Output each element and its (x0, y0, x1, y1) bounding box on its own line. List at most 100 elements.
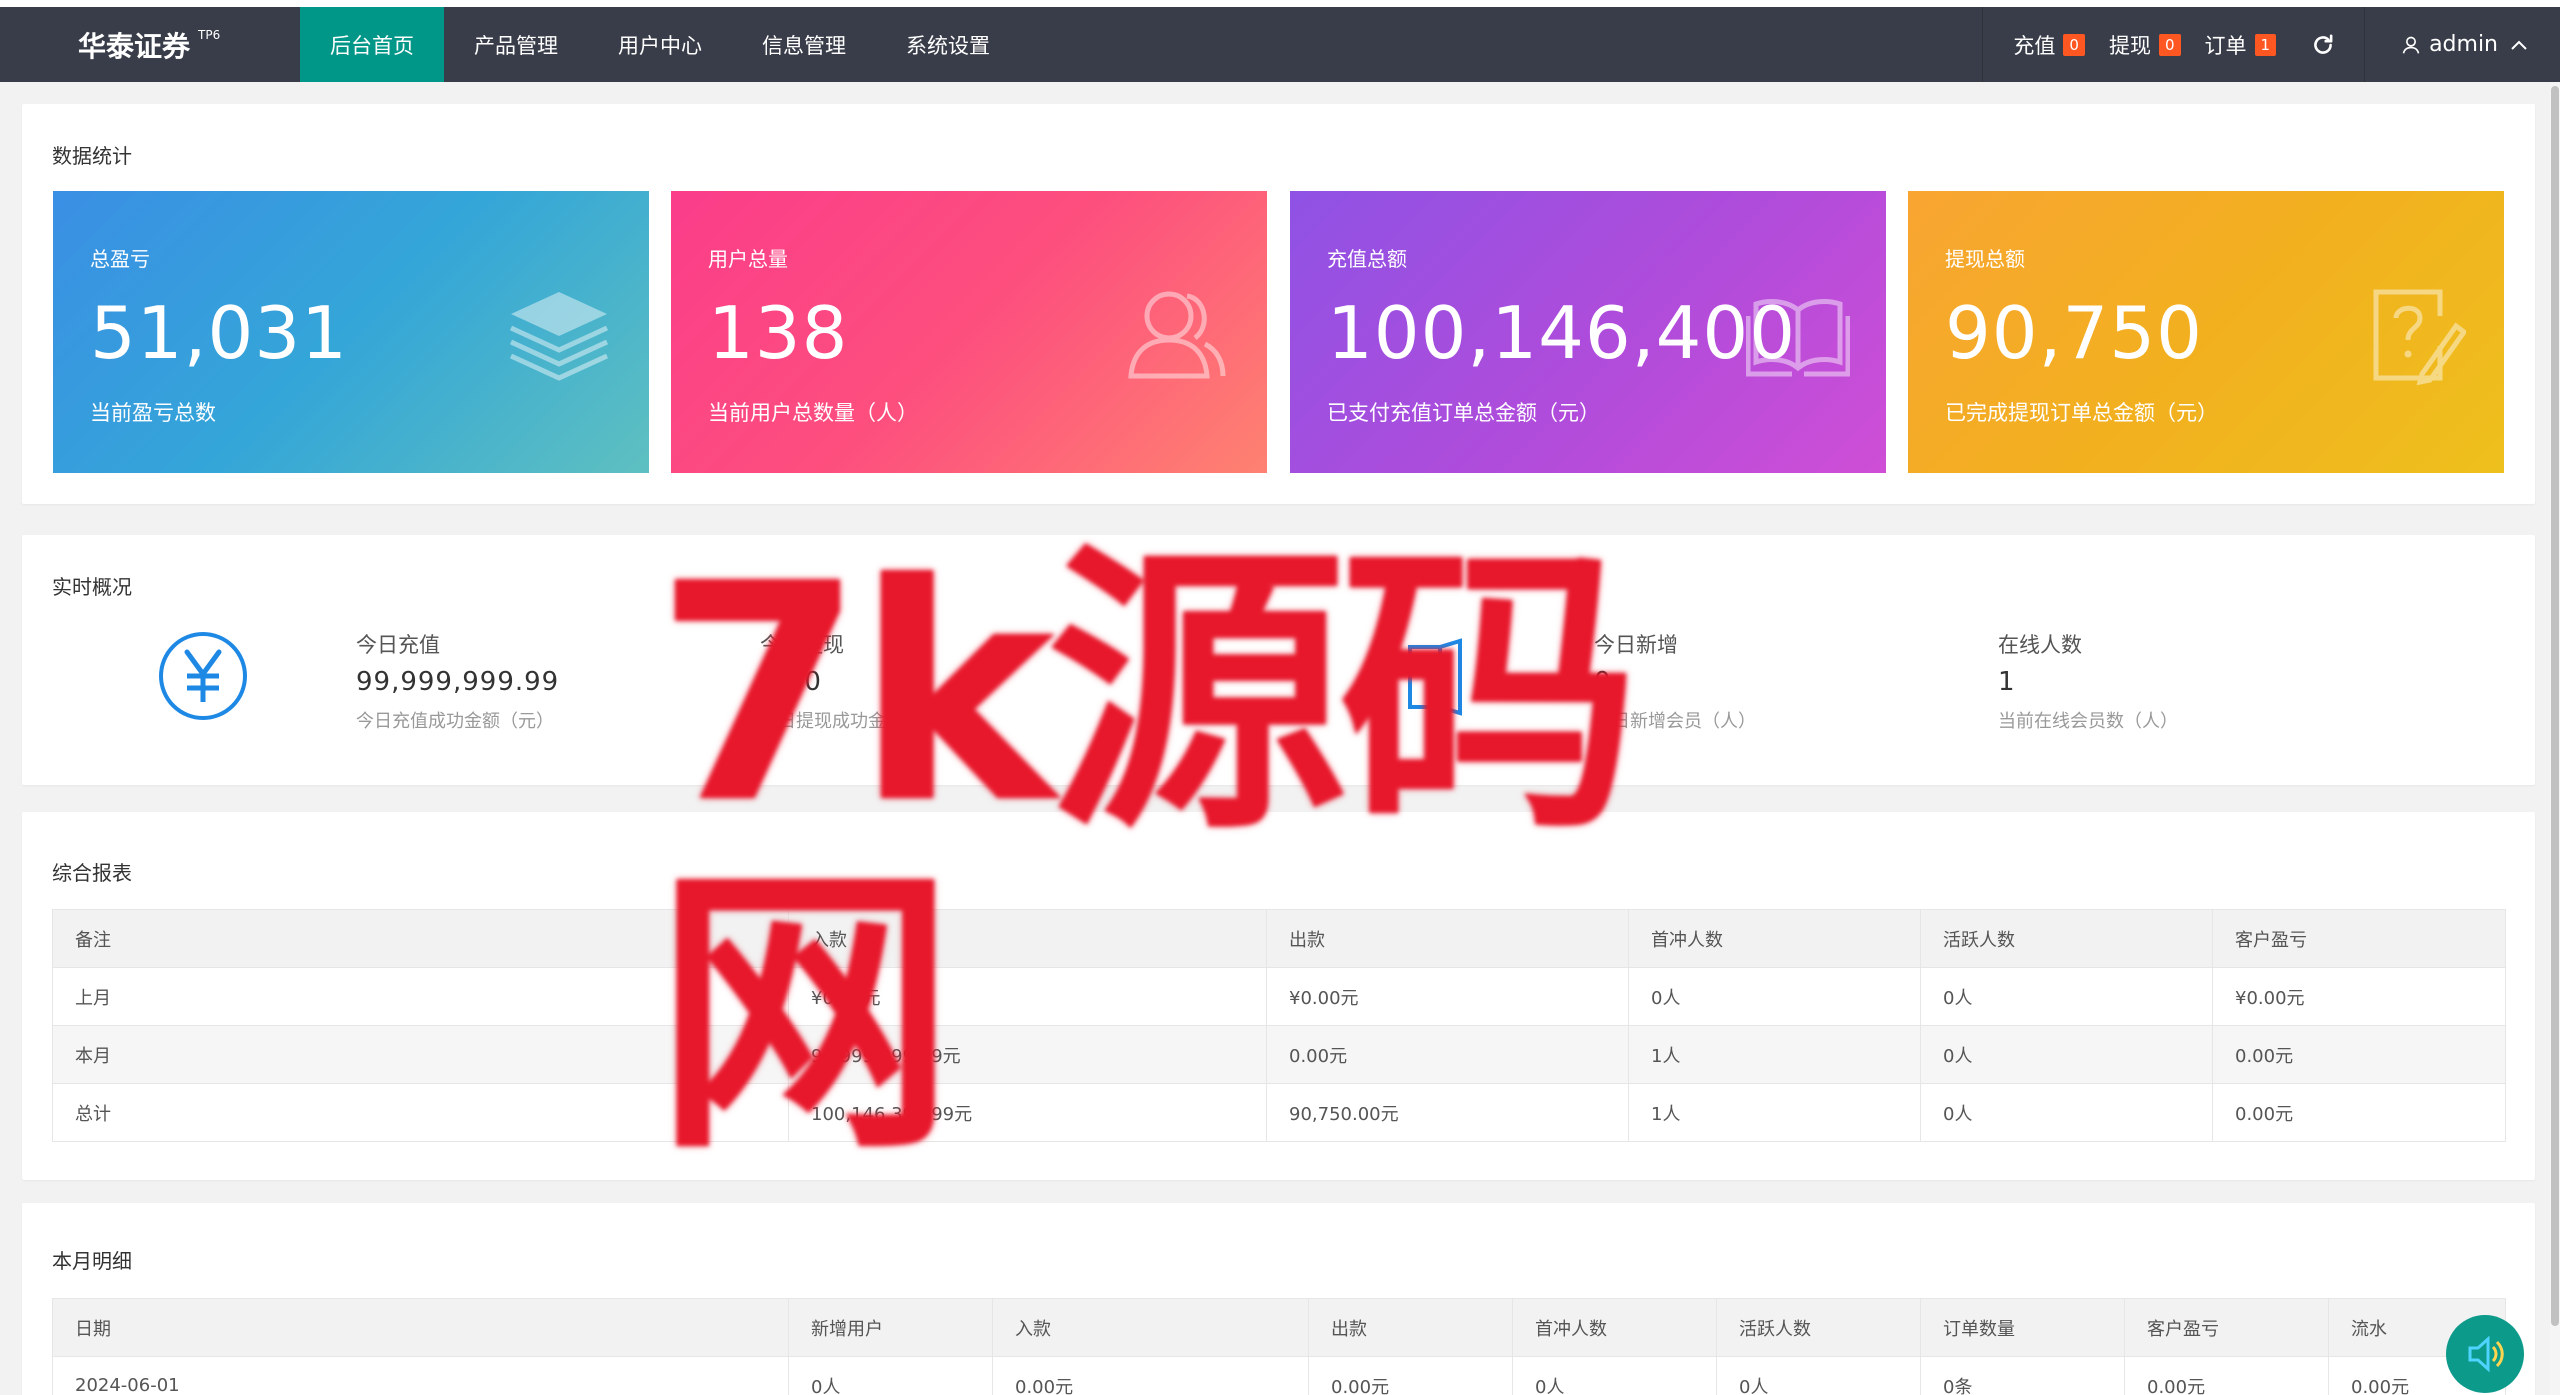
cell: 0.00元 (2212, 1025, 2506, 1084)
col-new-users: 新增用户 (788, 1298, 993, 1357)
main-nav: 后台首页 产品管理 用户中心 信息管理 系统设置 (300, 7, 1020, 82)
tile-total-recharge: 充值总额 100,146,400 已支付充值订单总金额（元） (1290, 191, 1886, 473)
floating-speaker-button[interactable] (2446, 1315, 2524, 1393)
order-label: 订单 (2204, 33, 2247, 58)
monthly-title: 本月明细 (52, 1249, 132, 1273)
users-icon (1128, 291, 1226, 379)
cell: 0人 (1716, 1356, 1921, 1395)
user-icon (2402, 36, 2420, 54)
user-menu[interactable]: admin (2364, 7, 2560, 82)
cell: 2024-06-01 (52, 1356, 789, 1395)
cell: 0人 (1920, 1025, 2213, 1084)
question-edit-icon (2373, 289, 2466, 386)
recharge-badge: 0 (2063, 33, 2085, 56)
tile-total-users: 用户总量 138 当前用户总数量（人） (671, 191, 1267, 473)
col-income: 入款 (992, 1298, 1309, 1357)
logo-sup: TP6 (198, 27, 221, 42)
table-row: 本月 99,999,999.99元 0.00元 1人 0人 0.00元 (52, 1025, 2506, 1084)
rt-value: 99,999,999.99 (356, 667, 560, 697)
stats-title: 数据统计 (52, 144, 132, 168)
chevron-up-icon (2511, 40, 2527, 50)
nav-products[interactable]: 产品管理 (444, 7, 588, 82)
rt-online: 在线人数 1 当前在线会员数（人） (1998, 629, 2178, 733)
col-date: 日期 (52, 1298, 789, 1357)
monthly-table: 日期 新增用户 入款 出款 首冲人数 活跃人数 订单数量 客户盈亏 流水 202… (52, 1298, 2506, 1395)
rt-value: 1 (1998, 667, 2016, 697)
col-orders: 订单数量 (1920, 1298, 2125, 1357)
table-header-row: 日期 新增用户 入款 出款 首冲人数 活跃人数 订单数量 客户盈亏 流水 (52, 1298, 2506, 1357)
cell: ¥0.00元 (1266, 967, 1629, 1026)
yuan-icon (159, 632, 247, 720)
cell: 1人 (1628, 1083, 1921, 1142)
layers-icon (509, 292, 609, 381)
col-outgo: 出款 (1308, 1298, 1513, 1357)
report-title: 综合报表 (52, 861, 132, 885)
tile-total-profit: 总盈亏 51,031 当前盈亏总数 (53, 191, 649, 473)
report-table: 备注 入款 出款 首冲人数 活跃人数 客户盈亏 上月 ¥0.00元 ¥0.00元… (52, 909, 2506, 1142)
top-strip (0, 0, 2560, 7)
tile-value: 51,031 (90, 291, 348, 375)
tile-desc: 当前盈亏总数 (90, 401, 216, 425)
rt-today-recharge: 今日充值 99,999,999.99 今日充值成功金额（元） (356, 629, 559, 733)
col-profit: 客户盈亏 (2212, 909, 2506, 968)
tile-label: 充值总额 (1327, 247, 1407, 271)
col-active: 活跃人数 (1920, 909, 2213, 968)
col-profit: 客户盈亏 (2124, 1298, 2329, 1357)
cell: 0人 (788, 1356, 993, 1395)
tile-label: 用户总量 (708, 247, 788, 271)
cell: 0.00元 (1266, 1025, 1629, 1084)
logo-text: 华泰证券 (78, 29, 191, 63)
cell: 0人 (1920, 967, 2213, 1026)
rt-label: 今日充值 (356, 633, 440, 657)
rt-desc: 今日充值成功金额（元） (356, 711, 554, 732)
tile-label: 总盈亏 (90, 247, 150, 271)
tile-value: 138 (708, 291, 849, 375)
rt-desc: 当前在线会员数（人） (1998, 711, 2178, 732)
cell: 0人 (1512, 1356, 1717, 1395)
user-name: admin (2429, 32, 2498, 57)
table-row: 2024-06-01 0人 0.00元 0.00元 0人 0人 0条 0.00元… (52, 1356, 2506, 1395)
nav-home[interactable]: 后台首页 (300, 7, 444, 82)
recharge-link[interactable]: 充值 0 (2013, 30, 2085, 60)
col-outgo: 出款 (1266, 909, 1629, 968)
withdraw-badge: 0 (2158, 33, 2181, 56)
refresh-icon[interactable] (2310, 32, 2336, 58)
tile-total-withdraw: 提现总额 90,750 已完成提现订单总金额（元） (1908, 191, 2504, 473)
realtime-title: 实时概况 (52, 575, 132, 599)
nav-users[interactable]: 用户中心 (588, 7, 732, 82)
tile-desc: 已完成提现订单总金额（元） (1945, 401, 2218, 425)
tile-desc: 当前用户总数量（人） (708, 401, 918, 425)
tile-value: 90,750 (1945, 291, 2203, 375)
tile-value: 100,146,400 (1327, 291, 1797, 375)
cell: 0.00元 (992, 1356, 1309, 1395)
order-badge: 1 (2254, 33, 2277, 56)
table-row: 上月 ¥0.00元 ¥0.00元 0人 0人 ¥0.00元 (52, 967, 2506, 1026)
withdraw-link[interactable]: 提现 0 (2109, 30, 2181, 60)
speaker-icon (2468, 1335, 2504, 1373)
cell: 90,750.00元 (1266, 1083, 1629, 1142)
monthly-card: 本月明细 日期 新增用户 入款 出款 首冲人数 活跃人数 订单数量 客户盈亏 流… (22, 1203, 2535, 1395)
col-first-charge: 首冲人数 (1628, 909, 1921, 968)
table-row: 总计 100,146,399.99元 90,750.00元 1人 0人 0.00… (52, 1083, 2506, 1142)
scrollbar-thumb[interactable] (2551, 86, 2559, 1326)
logo[interactable]: 华泰证券 TP6 (0, 7, 300, 82)
withdraw-label: 提现 (2108, 33, 2151, 58)
table-header-row: 备注 入款 出款 首冲人数 活跃人数 客户盈亏 (52, 909, 2506, 968)
cell: 0人 (1920, 1083, 2213, 1142)
header-right: 充值 0 提现 0 订单 1 admin (1982, 7, 2560, 82)
tile-label: 提现总额 (1945, 247, 2025, 271)
col-first-charge: 首冲人数 (1512, 1298, 1717, 1357)
notify-group: 充值 0 提现 0 订单 1 (1982, 7, 2364, 82)
cell: ¥0.00元 (2212, 967, 2506, 1026)
order-link[interactable]: 订单 1 (2205, 30, 2277, 60)
cell: 0.00元 (1308, 1356, 1513, 1395)
cell: 0.00元 (2212, 1083, 2506, 1142)
watermark: 7k源码网 (655, 520, 1639, 1189)
cell: 0.00元 (2124, 1356, 2329, 1395)
stats-card: 数据统计 总盈亏 51,031 当前盈亏总数 用户总量 138 当前用户总数量（… (22, 104, 2535, 504)
nav-settings[interactable]: 系统设置 (876, 7, 1020, 82)
cell: 0人 (1628, 967, 1921, 1026)
tile-desc: 已支付充值订单总金额（元） (1327, 401, 1600, 425)
recharge-label: 充值 (2013, 33, 2056, 58)
nav-info[interactable]: 信息管理 (732, 7, 876, 82)
